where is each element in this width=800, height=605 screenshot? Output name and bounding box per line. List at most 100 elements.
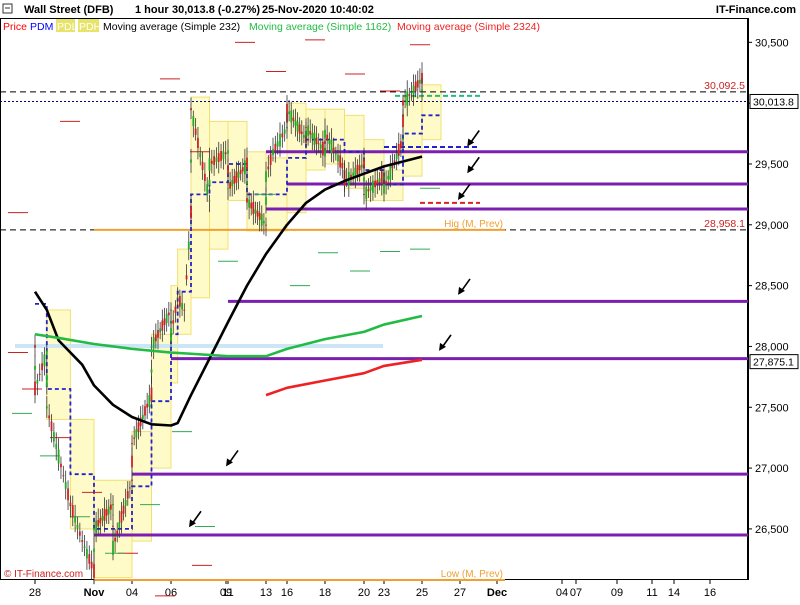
price-candle xyxy=(50,421,53,432)
x-tick-label: 13 xyxy=(260,587,272,599)
price-candle xyxy=(292,117,295,121)
legend-item-3: PDH xyxy=(79,21,101,33)
price-candle xyxy=(90,561,93,569)
price-candle xyxy=(187,241,190,250)
price-candle xyxy=(412,85,415,95)
price-candle xyxy=(190,108,192,111)
y-tick-label: 29,500 xyxy=(755,159,789,171)
price-candle xyxy=(199,153,202,158)
price-candle xyxy=(163,318,166,326)
price-candle xyxy=(150,387,153,402)
y-tick-label: 27,500 xyxy=(755,402,789,414)
price-candle xyxy=(146,403,149,408)
price-candle xyxy=(418,79,421,84)
price-candle xyxy=(363,159,365,169)
price-candle xyxy=(107,506,110,515)
price-candle xyxy=(294,120,297,126)
legend-item-4: Moving average (Simple 232) xyxy=(103,21,240,33)
pdh-pdl-band xyxy=(402,96,423,177)
price-candle xyxy=(120,511,123,523)
price-candle xyxy=(167,312,170,316)
price-candle xyxy=(112,503,114,506)
price-chart[interactable]: Wall Street (DFB) 1 hour 30,013.8 (-0.27%)… xyxy=(0,0,800,600)
annotation-label: Low (M, Prev) xyxy=(441,569,503,580)
price-candle xyxy=(352,172,355,176)
price-candle xyxy=(383,183,385,194)
price-candle xyxy=(231,180,234,187)
price-candle xyxy=(337,154,339,162)
price-tag: 30,013.8 xyxy=(753,96,794,108)
price-candle xyxy=(159,328,162,333)
price-candle xyxy=(192,116,195,127)
price-candle xyxy=(78,531,81,536)
price-candle xyxy=(286,103,288,114)
price-candle xyxy=(60,463,62,468)
price-candle xyxy=(408,94,411,96)
price-candle xyxy=(414,81,417,92)
price-candle xyxy=(402,139,404,141)
price-candle xyxy=(265,171,267,182)
price-candle xyxy=(93,527,95,531)
price-candle xyxy=(350,174,352,178)
pdh-pdl-band xyxy=(46,309,71,420)
price-candle xyxy=(279,133,281,147)
price-candle xyxy=(150,346,153,348)
legend-item-2: PDL xyxy=(57,21,78,33)
price-candle xyxy=(332,147,335,152)
price-candle xyxy=(83,546,86,548)
price-candle xyxy=(399,141,402,149)
price-candle xyxy=(317,143,320,145)
chart-window: Wall Street (DFB) 1 hour 30,013.8 (-0.27%)… xyxy=(0,0,800,600)
price-candle xyxy=(76,524,79,529)
price-candle xyxy=(330,139,333,154)
price-candle xyxy=(45,374,48,387)
price-candle xyxy=(126,491,129,499)
price-candle xyxy=(410,92,413,94)
x-tick-label: 18 xyxy=(319,587,331,599)
annotation-label: Hig (M, Prev) xyxy=(444,219,503,230)
legend-item-5: Moving average (Simple 1162) xyxy=(249,21,391,33)
price-candle xyxy=(43,354,46,367)
watermark: © IT-Finance.com xyxy=(4,569,83,580)
price-candle xyxy=(326,134,329,141)
price-candle xyxy=(190,205,192,219)
price-candle xyxy=(178,296,181,307)
header-brand: IT-Finance.com xyxy=(716,4,796,16)
price-candle xyxy=(88,554,91,564)
price-candle xyxy=(71,505,74,518)
price-candle xyxy=(34,381,36,396)
price-tag: 28,958.1 xyxy=(704,218,745,230)
price-candle xyxy=(81,540,84,542)
header-instrument: Wall Street (DFB) xyxy=(24,4,114,16)
price-candle xyxy=(227,165,229,175)
price-candle xyxy=(406,91,409,106)
price-candle xyxy=(190,159,192,163)
price-candle xyxy=(298,124,301,134)
price-candle xyxy=(105,509,108,516)
price-candle xyxy=(252,202,255,214)
price-candle xyxy=(256,210,259,217)
legend-item-0: Price xyxy=(3,21,27,33)
price-candle xyxy=(404,99,407,102)
y-tick-label: 29,000 xyxy=(755,220,789,232)
pdm-band xyxy=(15,344,383,349)
price-candle xyxy=(215,157,218,162)
price-candle xyxy=(194,128,197,135)
price-candle xyxy=(227,150,229,154)
price-candle xyxy=(69,502,72,507)
price-candle xyxy=(135,429,138,438)
price-candle xyxy=(210,160,213,164)
price-candle xyxy=(74,516,77,523)
price-candle xyxy=(250,202,253,209)
price-candle xyxy=(283,129,286,134)
price-candle xyxy=(57,449,60,464)
price-candle xyxy=(334,153,337,155)
x-tick-label: 14 xyxy=(668,587,680,599)
price-candle xyxy=(319,144,322,149)
price-candle xyxy=(229,181,232,189)
price-candle xyxy=(365,186,368,199)
price-candle xyxy=(358,165,361,171)
y-tick-label: 28,500 xyxy=(755,281,789,293)
price-candle xyxy=(176,297,179,299)
price-candle xyxy=(124,500,127,506)
